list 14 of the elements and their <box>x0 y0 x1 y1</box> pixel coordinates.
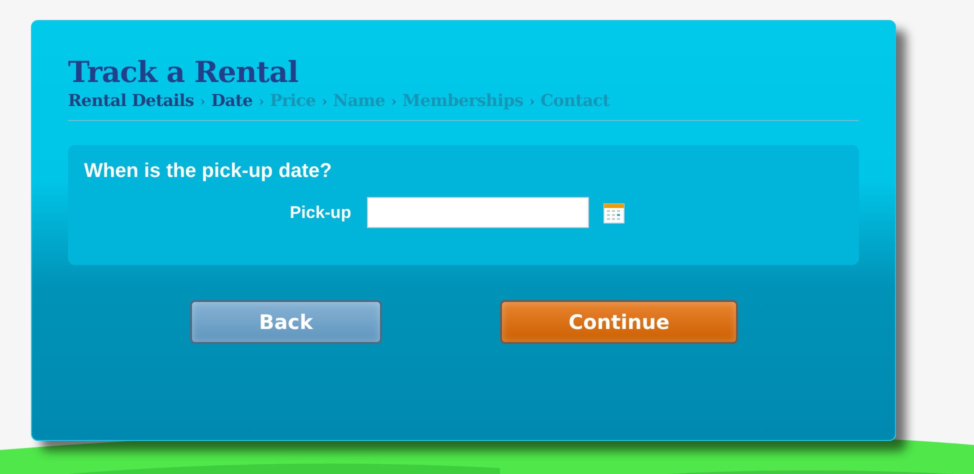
separator-icon: › <box>322 90 327 114</box>
breadcrumb-step: Date <box>211 89 253 113</box>
field-label: Pick-up <box>290 202 352 224</box>
calendar-icon[interactable] <box>603 202 626 224</box>
separator-icon: › <box>258 90 264 114</box>
separator-icon: › <box>529 90 534 114</box>
back-button[interactable]: Back <box>190 300 382 344</box>
question-text: When is the pick-up date? <box>84 159 333 183</box>
page-title: Track a Rental <box>68 55 300 89</box>
separator-icon: › <box>391 90 396 114</box>
date-input[interactable] <box>367 197 590 228</box>
continue-button[interactable]: Continue <box>500 300 738 344</box>
breadcrumb-step: Rental Details <box>68 89 194 113</box>
separator-icon: › <box>200 90 206 114</box>
